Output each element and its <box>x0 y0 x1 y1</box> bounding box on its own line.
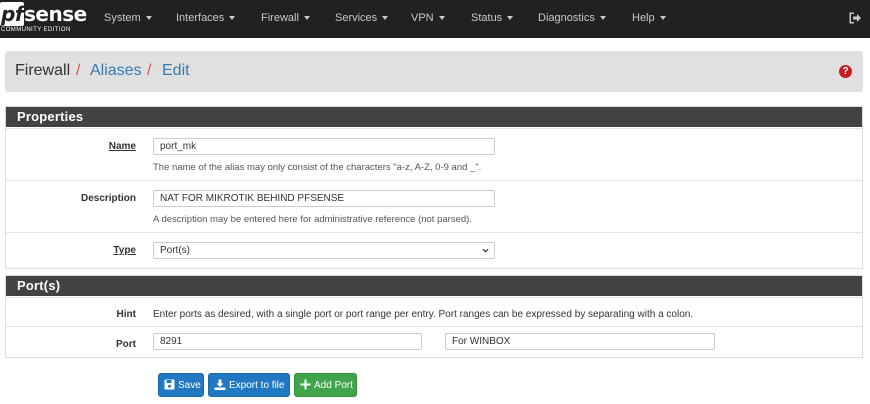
caret-down-icon <box>659 16 666 21</box>
type-row: Type Port(s) <box>6 232 862 269</box>
ports-panel: Port(s) Hint Enter ports as desired, wit… <box>5 275 863 358</box>
logo-pf: pf <box>0 2 25 26</box>
caret-down-icon <box>599 16 606 21</box>
breadcrumb-edit-link[interactable]: Edit <box>162 61 190 81</box>
breadcrumb-separator: / <box>147 62 152 79</box>
top-navbar: pfsense COMMUNITY EDITION System Interfa… <box>0 0 870 38</box>
export-label: Export to file <box>229 380 285 391</box>
caret-down-icon <box>382 16 389 21</box>
question-circle-icon[interactable]: ? <box>839 65 852 78</box>
type-select[interactable]: Port(s) <box>153 242 495 259</box>
add-port-label: Add Port <box>314 380 353 391</box>
nav-firewall-label: Firewall <box>261 12 299 24</box>
port-input[interactable]: 8291 <box>153 333 422 350</box>
sign-out-icon[interactable] <box>848 11 862 25</box>
nav-firewall[interactable]: Firewall <box>261 0 310 38</box>
description-help-text: A description may be entered here for ad… <box>153 214 472 225</box>
save-button[interactable]: Save <box>158 373 204 397</box>
nav-status[interactable]: Status <box>471 0 514 38</box>
caret-down-icon <box>438 16 445 21</box>
caret-down-icon <box>303 16 310 21</box>
nav-system-label: System <box>104 12 141 24</box>
port-label: Port <box>116 339 136 350</box>
hint-text: Enter ports as desired, with a single po… <box>153 309 694 320</box>
download-icon <box>214 379 226 390</box>
description-row: Description NAT FOR MIKROTIK BEHIND PFSE… <box>6 180 862 232</box>
description-input[interactable]: NAT FOR MIKROTIK BEHIND PFSENSE <box>153 190 495 207</box>
nav-status-label: Status <box>471 12 503 24</box>
port-row: Port 8291 For WINBOX <box>6 326 862 358</box>
properties-panel: Properties Name port_mk The name of the … <box>5 106 863 269</box>
nav-services-label: Services <box>335 12 378 24</box>
plus-icon <box>300 379 311 390</box>
floppy-disk-icon <box>164 379 175 390</box>
hint-label: Hint <box>116 309 136 320</box>
save-label: Save <box>178 380 201 391</box>
nav-services[interactable]: Services <box>335 0 389 38</box>
nav-system[interactable]: System <box>104 0 152 38</box>
export-button[interactable]: Export to file <box>208 373 290 397</box>
nav-vpn-label: VPN <box>411 12 434 24</box>
logo-wordmark: pfsense <box>0 2 87 26</box>
description-label: Description <box>80 193 136 204</box>
nav-diagnostics[interactable]: Diagnostics <box>538 0 606 38</box>
name-input[interactable]: port_mk <box>153 138 495 155</box>
caret-down-icon <box>145 16 152 21</box>
hint-row: Hint Enter ports as desired, with a sing… <box>6 297 862 326</box>
caret-down-icon <box>507 16 514 21</box>
type-label: Type <box>113 245 136 256</box>
port-description-input[interactable]: For WINBOX <box>445 333 715 350</box>
nav-help-label: Help <box>632 12 655 24</box>
nav-interfaces-label: Interfaces <box>176 12 225 24</box>
name-label: Name <box>108 141 136 152</box>
logo-edition: COMMUNITY EDITION <box>1 27 71 33</box>
chevron-down-icon <box>482 248 489 253</box>
add-port-button[interactable]: Add Port <box>294 373 357 397</box>
name-row: Name port_mk The name of the alias may o… <box>6 128 862 180</box>
nav-diagnostics-label: Diagnostics <box>538 12 595 24</box>
nav-help[interactable]: Help <box>632 0 666 38</box>
breadcrumb-firewall: Firewall <box>15 62 71 79</box>
breadcrumb-separator: / <box>76 62 81 79</box>
nav-vpn[interactable]: VPN <box>411 0 445 38</box>
logo-sense: sense <box>24 2 87 26</box>
ports-heading: Port(s) <box>6 276 862 296</box>
properties-heading: Properties <box>6 107 862 127</box>
caret-down-icon <box>229 16 236 21</box>
pfsense-logo[interactable]: pfsense COMMUNITY EDITION <box>0 2 87 35</box>
breadcrumb-aliases-link[interactable]: Aliases <box>90 61 142 81</box>
nav-interfaces[interactable]: Interfaces <box>176 0 236 38</box>
name-help-text: The name of the alias may only consist o… <box>153 162 482 173</box>
type-selected-value: Port(s) <box>160 245 190 256</box>
